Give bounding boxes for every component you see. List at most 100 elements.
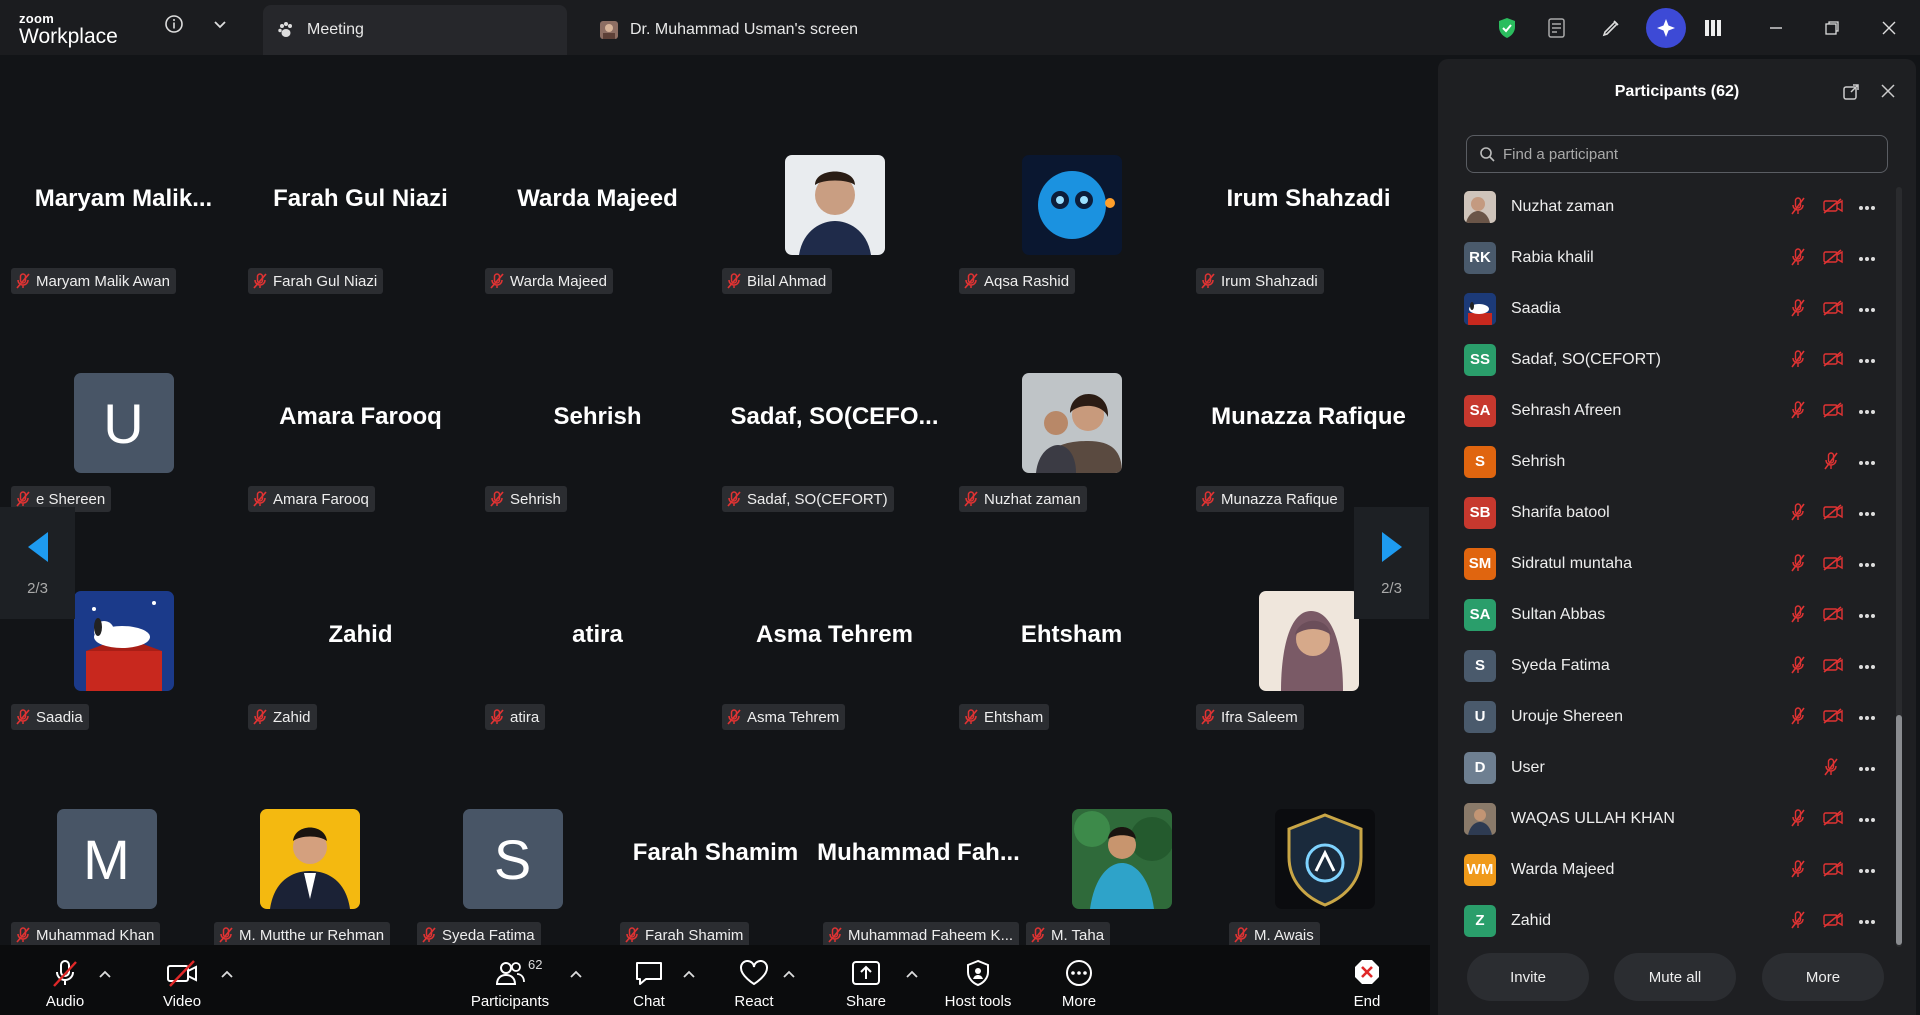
- participant-video-off-icon[interactable]: [1823, 300, 1843, 321]
- notes-icon[interactable]: [1543, 14, 1571, 42]
- video-tile[interactable]: atira atira: [479, 551, 716, 769]
- participants-button[interactable]: 62 Participants: [465, 945, 555, 1015]
- participant-more-options-icon[interactable]: [1858, 501, 1876, 522]
- participant-video-off-icon[interactable]: [1823, 351, 1843, 372]
- participant-list-scrollbar[interactable]: [1896, 187, 1902, 947]
- participant-video-off-icon[interactable]: [1823, 657, 1843, 678]
- participant-more-options-icon[interactable]: [1858, 756, 1876, 777]
- video-tile[interactable]: Amara Farooq Amara Farooq: [242, 333, 479, 551]
- close-panel-icon[interactable]: [1880, 83, 1896, 104]
- participant-muted-mic-icon[interactable]: [1790, 809, 1806, 832]
- participant-video-off-icon[interactable]: [1823, 249, 1843, 270]
- participant-video-off-icon[interactable]: [1823, 555, 1843, 576]
- participant-row[interactable]: SS Sadaf, SO(CEFORT): [1438, 334, 1908, 385]
- participant-video-off-icon[interactable]: [1823, 810, 1843, 831]
- participant-more-options-icon[interactable]: [1858, 348, 1876, 369]
- video-tile[interactable]: Ehtsham Ehtsham: [953, 551, 1190, 769]
- participant-row[interactable]: RK Rabia khalil: [1438, 232, 1908, 283]
- tab-shared-screen[interactable]: Dr. Muhammad Usman's screen: [600, 5, 858, 55]
- chat-options-chevron-up-icon[interactable]: [682, 967, 696, 985]
- shield-check-icon[interactable]: [1493, 14, 1521, 42]
- participant-muted-mic-icon[interactable]: [1823, 758, 1839, 781]
- panel-more-button[interactable]: More: [1762, 953, 1884, 1001]
- participant-search[interactable]: [1466, 135, 1888, 173]
- participant-video-off-icon[interactable]: [1823, 504, 1843, 525]
- video-tile[interactable]: Sehrish Sehrish: [479, 333, 716, 551]
- participant-muted-mic-icon[interactable]: [1790, 197, 1806, 220]
- participant-more-options-icon[interactable]: [1858, 603, 1876, 624]
- participant-row[interactable]: Nuzhat zaman: [1438, 181, 1908, 232]
- video-tile[interactable]: Irum Shahzadi Irum Shahzadi: [1190, 115, 1427, 333]
- participant-search-input[interactable]: [1503, 145, 1883, 163]
- participant-more-options-icon[interactable]: [1858, 654, 1876, 675]
- video-tile[interactable]: Zahid Zahid: [242, 551, 479, 769]
- participant-more-options-icon[interactable]: [1858, 297, 1876, 318]
- participant-muted-mic-icon[interactable]: [1790, 350, 1806, 373]
- participant-video-off-icon[interactable]: [1823, 912, 1843, 933]
- scrollbar-thumb[interactable]: [1896, 715, 1902, 945]
- participants-options-chevron-up-icon[interactable]: [569, 967, 583, 985]
- participant-row[interactable]: SM Sidratul muntaha: [1438, 538, 1908, 589]
- participant-video-off-icon[interactable]: [1823, 861, 1843, 882]
- minimize-icon[interactable]: [1762, 14, 1790, 42]
- video-tile[interactable]: Nuzhat zaman: [953, 333, 1190, 551]
- share-options-chevron-up-icon[interactable]: [905, 967, 919, 985]
- chevron-down-icon[interactable]: [212, 16, 228, 37]
- whiteboard-pen-icon[interactable]: [1597, 14, 1625, 42]
- close-icon[interactable]: [1875, 14, 1903, 42]
- participant-muted-mic-icon[interactable]: [1790, 503, 1806, 526]
- next-page-button[interactable]: 2/3: [1354, 507, 1429, 619]
- participant-video-off-icon[interactable]: [1823, 198, 1843, 219]
- participant-row[interactable]: Z Zahid: [1438, 895, 1908, 945]
- video-tile[interactable]: Farah Gul Niazi Farah Gul Niazi: [242, 115, 479, 333]
- apps-panel-icon[interactable]: [1699, 14, 1727, 42]
- participant-muted-mic-icon[interactable]: [1790, 656, 1806, 679]
- invite-button[interactable]: Invite: [1467, 953, 1589, 1001]
- participant-muted-mic-icon[interactable]: [1823, 452, 1839, 475]
- audio-options-chevron-up-icon[interactable]: [98, 967, 112, 985]
- video-options-chevron-up-icon[interactable]: [220, 967, 234, 985]
- participant-row[interactable]: S Syeda Fatima: [1438, 640, 1908, 691]
- participant-more-options-icon[interactable]: [1858, 807, 1876, 828]
- video-tile[interactable]: Warda Majeed Warda Majeed: [479, 115, 716, 333]
- participant-row[interactable]: S Sehrish: [1438, 436, 1908, 487]
- participant-more-options-icon[interactable]: [1858, 552, 1876, 573]
- participant-muted-mic-icon[interactable]: [1790, 707, 1806, 730]
- share-button[interactable]: Share: [841, 945, 891, 1015]
- participant-muted-mic-icon[interactable]: [1790, 860, 1806, 883]
- info-icon[interactable]: [164, 14, 184, 39]
- host-tools-button[interactable]: Host tools: [938, 945, 1018, 1015]
- participant-muted-mic-icon[interactable]: [1790, 554, 1806, 577]
- participant-video-off-icon[interactable]: [1823, 402, 1843, 423]
- video-tile[interactable]: Maryam Malik... Maryam Malik Awan: [5, 115, 242, 333]
- chat-button[interactable]: Chat: [624, 945, 674, 1015]
- participant-muted-mic-icon[interactable]: [1790, 299, 1806, 322]
- video-tile[interactable]: Sadaf, SO(CEFO... Sadaf, SO(CEFORT): [716, 333, 953, 551]
- participant-muted-mic-icon[interactable]: [1790, 605, 1806, 628]
- participant-row[interactable]: SB Sharifa batool: [1438, 487, 1908, 538]
- participant-video-off-icon[interactable]: [1823, 606, 1843, 627]
- participant-more-options-icon[interactable]: [1858, 195, 1876, 216]
- participant-more-options-icon[interactable]: [1858, 399, 1876, 420]
- previous-page-button[interactable]: 2/3: [0, 507, 75, 619]
- restore-icon[interactable]: [1818, 14, 1846, 42]
- video-button[interactable]: Video: [157, 945, 207, 1015]
- tab-meeting[interactable]: Meeting: [263, 5, 567, 55]
- react-button[interactable]: React: [729, 945, 779, 1015]
- participant-row[interactable]: WAQAS ULLAH KHAN: [1438, 793, 1908, 844]
- participant-more-options-icon[interactable]: [1858, 450, 1876, 471]
- mute-all-button[interactable]: Mute all: [1614, 953, 1736, 1001]
- pop-out-icon[interactable]: [1842, 83, 1860, 106]
- more-button[interactable]: More: [1054, 945, 1104, 1015]
- ai-companion-sparkle-icon[interactable]: [1646, 8, 1686, 48]
- participant-muted-mic-icon[interactable]: [1790, 911, 1806, 934]
- participant-row[interactable]: U Urouje Shereen: [1438, 691, 1908, 742]
- participant-more-options-icon[interactable]: [1858, 858, 1876, 879]
- participant-row[interactable]: D User: [1438, 742, 1908, 793]
- end-meeting-button[interactable]: End: [1342, 945, 1392, 1015]
- video-tile[interactable]: Aqsa Rashid: [953, 115, 1190, 333]
- participant-row[interactable]: SA Sultan Abbas: [1438, 589, 1908, 640]
- participant-more-options-icon[interactable]: [1858, 705, 1876, 726]
- participant-row[interactable]: SA Sehrash Afreen: [1438, 385, 1908, 436]
- participant-more-options-icon[interactable]: [1858, 246, 1876, 267]
